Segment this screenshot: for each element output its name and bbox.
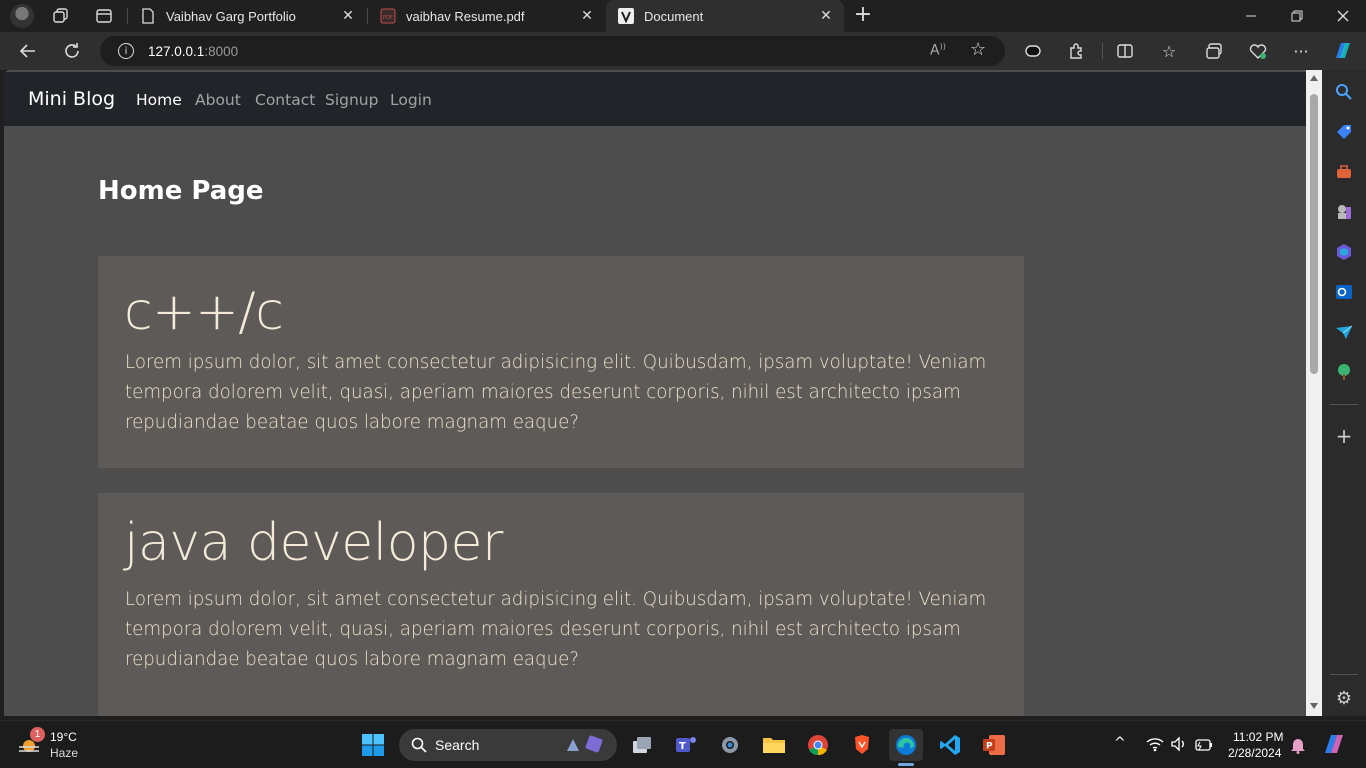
scrollbar-thumb[interactable] bbox=[1310, 94, 1318, 374]
browser-toolbar: i 127.0.0.1:8000 A)) ☆ ☆ ··· bbox=[0, 32, 1366, 70]
search-label: Search bbox=[435, 737, 480, 753]
notification-badge: 1 bbox=[30, 727, 45, 742]
svg-text:PDF: PDF bbox=[383, 15, 393, 21]
site-info-icon[interactable]: i bbox=[118, 43, 134, 59]
microsoft-365-icon[interactable] bbox=[1334, 242, 1354, 262]
shopping-tag-icon[interactable] bbox=[1334, 122, 1354, 142]
page-icon bbox=[140, 8, 156, 24]
wifi-icon[interactable] bbox=[1146, 736, 1164, 756]
edge-icon[interactable] bbox=[889, 729, 923, 761]
browser-essentials-icon[interactable] bbox=[1246, 39, 1270, 63]
tab-portfolio[interactable]: Vaibhav Garg Portfolio ✕ bbox=[128, 0, 366, 32]
show-hidden-icons[interactable]: ^ bbox=[1114, 735, 1126, 751]
extensions-icon[interactable] bbox=[1065, 39, 1089, 63]
url-text: 127.0.0.1:8000 bbox=[148, 44, 238, 59]
teams-icon[interactable]: T bbox=[669, 729, 703, 761]
tools-icon[interactable] bbox=[1334, 162, 1354, 182]
clock-date[interactable]: 2/28/2024 bbox=[1228, 746, 1281, 760]
url-host: 127.0.0.1 bbox=[148, 43, 205, 59]
close-tab-icon[interactable]: ✕ bbox=[575, 8, 599, 24]
page-scrollbar[interactable] bbox=[1306, 70, 1322, 716]
nav-login[interactable]: Login bbox=[390, 91, 432, 109]
edge-sidebar: + ⚙ bbox=[1322, 70, 1366, 716]
more-options-icon[interactable]: ··· bbox=[1289, 39, 1313, 63]
games-icon[interactable] bbox=[1334, 202, 1354, 222]
copilot-icon[interactable] bbox=[1331, 39, 1355, 63]
site-navbar: Mini Blog Home About Contact Signup Logi… bbox=[4, 72, 1308, 126]
restore-icon[interactable] bbox=[1274, 0, 1320, 32]
file-explorer-icon[interactable] bbox=[757, 729, 791, 761]
start-windows-icon[interactable] bbox=[356, 729, 390, 761]
brave-icon[interactable] bbox=[845, 729, 879, 761]
page-title: Home Page bbox=[98, 176, 264, 206]
site-brand[interactable]: Mini Blog bbox=[28, 88, 115, 110]
address-bar[interactable]: i 127.0.0.1:8000 A)) ☆ bbox=[100, 36, 1005, 66]
refresh-icon[interactable] bbox=[60, 39, 84, 63]
post-card: java developer Lorem ipsum dolor, sit am… bbox=[98, 493, 1024, 716]
windows-taskbar: 1 19°C Haze Search T P ^ 11:02 PM 2/28/2… bbox=[0, 720, 1366, 768]
vite-icon bbox=[618, 8, 634, 24]
tab-title: Vaibhav Garg Portfolio bbox=[166, 8, 296, 24]
search-highlight-icon bbox=[565, 735, 605, 755]
search-icon[interactable] bbox=[1334, 82, 1354, 102]
post-title: c++/c bbox=[124, 282, 284, 342]
back-icon[interactable] bbox=[16, 39, 40, 63]
clock-time[interactable]: 11:02 PM bbox=[1233, 730, 1283, 744]
weather-desc: Haze bbox=[50, 746, 79, 760]
split-screen-icon[interactable] bbox=[1113, 39, 1137, 63]
notifications-bell-icon[interactable] bbox=[1290, 736, 1306, 758]
post-title: java developer bbox=[124, 513, 503, 573]
read-aloud-icon[interactable]: A)) bbox=[930, 42, 946, 59]
post-body: Lorem ipsum dolor, sit amet consectetur … bbox=[125, 352, 987, 433]
tree-icon[interactable] bbox=[1334, 362, 1354, 382]
battery-icon[interactable] bbox=[1194, 737, 1214, 756]
browser-tab-strip: Vaibhav Garg Portfolio ✕ PDF vaibhav Res… bbox=[0, 0, 1366, 32]
favorite-star-icon[interactable]: ☆ bbox=[970, 39, 986, 60]
svg-text:P: P bbox=[986, 742, 993, 752]
search-icon bbox=[411, 737, 427, 753]
chrome-icon[interactable] bbox=[801, 729, 835, 761]
favorites-icon[interactable]: ☆ bbox=[1157, 39, 1181, 63]
browser-extension-icon[interactable] bbox=[1021, 39, 1045, 63]
close-window-icon[interactable] bbox=[1320, 0, 1366, 32]
weather-temp: 19°C bbox=[50, 730, 77, 744]
nav-signup[interactable]: Signup bbox=[325, 91, 378, 109]
scroll-up-arrow-icon[interactable] bbox=[1310, 75, 1318, 81]
close-tab-icon[interactable]: ✕ bbox=[814, 8, 838, 24]
settings-gear-icon[interactable] bbox=[713, 729, 747, 761]
collections-icon[interactable] bbox=[1202, 39, 1226, 63]
sidebar-settings-icon[interactable]: ⚙ bbox=[1334, 688, 1354, 709]
profile-avatar[interactable] bbox=[10, 4, 34, 28]
page-viewport: Mini Blog Home About Contact Signup Logi… bbox=[4, 70, 1322, 716]
add-sidebar-app-icon[interactable]: + bbox=[1334, 424, 1354, 448]
post-card: c++/c Lorem ipsum dolor, sit amet consec… bbox=[98, 256, 1024, 468]
task-view-icon[interactable] bbox=[625, 729, 659, 761]
nav-home[interactable]: Home bbox=[136, 91, 182, 109]
tab-actions-icon[interactable] bbox=[95, 7, 113, 25]
minimize-icon[interactable] bbox=[1228, 0, 1274, 32]
scroll-down-arrow-icon[interactable] bbox=[1310, 703, 1318, 709]
volume-icon[interactable] bbox=[1170, 736, 1188, 756]
nav-contact[interactable]: Contact bbox=[255, 91, 315, 109]
nav-about[interactable]: About bbox=[195, 91, 241, 109]
url-port: :8000 bbox=[204, 43, 239, 59]
running-indicator bbox=[898, 763, 914, 766]
close-tab-icon[interactable]: ✕ bbox=[336, 8, 360, 24]
tab-title: vaibhav Resume.pdf bbox=[406, 8, 525, 24]
tab-document[interactable]: Document ✕ bbox=[606, 0, 844, 32]
vscode-icon[interactable] bbox=[933, 729, 967, 761]
tab-resume[interactable]: PDF vaibhav Resume.pdf ✕ bbox=[368, 0, 605, 32]
pdf-icon: PDF bbox=[380, 8, 396, 24]
drop-icon[interactable] bbox=[1334, 322, 1354, 342]
copilot-taskbar-icon[interactable] bbox=[1322, 733, 1346, 759]
tab-title: Document bbox=[644, 8, 704, 24]
svg-text:T: T bbox=[679, 741, 686, 752]
post-body: Lorem ipsum dolor, sit amet consectetur … bbox=[125, 589, 987, 670]
powerpoint-icon[interactable]: P bbox=[977, 729, 1011, 761]
outlook-icon[interactable] bbox=[1334, 282, 1354, 302]
weather-widget[interactable]: 1 19°C Haze bbox=[14, 727, 84, 763]
workspaces-icon[interactable] bbox=[52, 7, 70, 25]
taskbar-search[interactable]: Search bbox=[399, 729, 617, 761]
new-tab-icon[interactable]: + bbox=[852, 4, 874, 27]
